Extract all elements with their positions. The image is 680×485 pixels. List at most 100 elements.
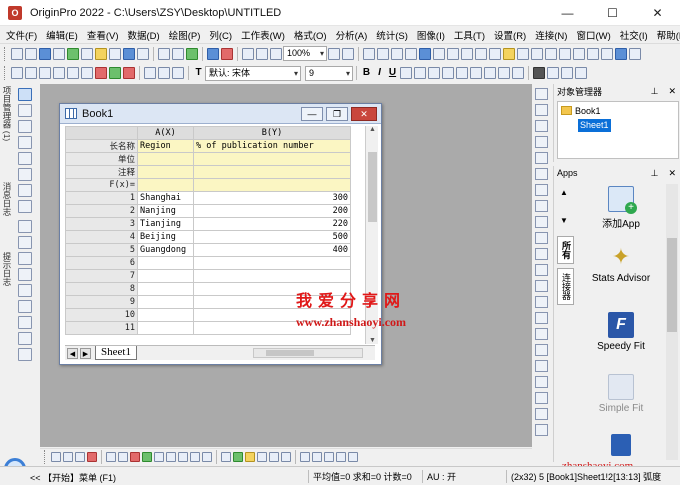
menu-analysis[interactable]: 分析(A) [336,28,368,42]
stack-plot-icon[interactable] [312,451,322,462]
menu-view[interactable]: 查看(V) [87,28,119,42]
column-z-icon[interactable] [39,67,51,79]
menu-settings[interactable]: 设置(R) [494,28,526,42]
cell-b[interactable]: 220 [193,217,351,231]
long-name-b[interactable]: % of publication number [193,139,351,153]
menu-connect[interactable]: 连接(N) [535,28,567,42]
color-scale-icon[interactable] [535,152,548,164]
underline-button[interactable]: U [386,66,399,80]
sheet-tab[interactable]: Sheet1 [95,346,137,360]
insert-table-icon[interactable] [18,348,32,361]
row-number[interactable]: 8 [65,282,138,296]
import-excel-icon[interactable] [186,47,198,60]
column-x-icon[interactable] [11,67,23,79]
app-speedy-fit[interactable]: F Speedy Fit [577,312,665,352]
graph-browser-icon[interactable] [489,47,501,60]
add-column-icon[interactable] [95,67,107,79]
units-b[interactable] [193,152,351,166]
long-name-a[interactable]: Region [137,139,194,153]
workbook-organizer-icon[interactable] [517,47,529,60]
scroll-down-icon[interactable]: ▼ [560,216,568,225]
meta-row-label[interactable]: 单位 [65,152,138,166]
cell-a[interactable] [137,256,194,270]
close-button[interactable]: ✕ [635,0,680,26]
contour-icon[interactable] [178,451,188,462]
scatter-plot-icon[interactable] [63,451,73,462]
menu-tools[interactable]: 工具(T) [454,28,485,42]
axis-icon[interactable] [535,120,548,132]
import-wizard-icon[interactable] [172,47,184,60]
menu-edit[interactable]: 编辑(E) [46,28,78,42]
font-decrease-icon[interactable] [470,67,482,79]
workbook-minimize-button[interactable]: — [301,107,323,121]
legend-icon[interactable] [535,136,548,148]
column-error-icon[interactable] [53,67,65,79]
command-window-icon[interactable] [405,47,417,60]
theme-icon[interactable] [531,47,543,60]
cell-b[interactable]: 300 [193,191,351,205]
sheet-browser-icon[interactable] [475,47,487,60]
arrow-tool-icon[interactable] [18,252,32,265]
extract-icon[interactable] [535,264,548,276]
fill-color-icon[interactable] [547,67,559,79]
open-folder-icon[interactable] [95,47,107,60]
rectangle-tool-icon[interactable] [18,284,32,297]
new-graph-icon[interactable] [53,47,65,60]
cell-a[interactable] [137,269,194,283]
vector-plot-icon[interactable] [348,451,358,462]
cell-a[interactable]: Nanjing [137,204,194,218]
column-plot-icon[interactable] [87,451,97,462]
copy-icon[interactable] [158,67,170,79]
cell-a[interactable]: Guangdong [137,243,194,257]
row-number[interactable]: 11 [65,321,138,335]
refresh-icon[interactable] [207,47,219,60]
menu-window[interactable]: 窗口(W) [576,28,610,42]
comments-b[interactable] [193,165,351,179]
status-au[interactable]: AU : 开 [422,470,456,483]
zoom-plot-icon[interactable] [324,451,334,462]
units-a[interactable] [137,152,194,166]
line-symbol-icon[interactable] [75,451,85,462]
histogram-icon[interactable] [166,451,176,462]
heatmap-icon[interactable] [281,451,291,462]
cell-a[interactable] [137,295,194,309]
row-number[interactable]: 2 [65,204,138,218]
scale-tool-icon[interactable] [18,120,32,133]
grid-icon[interactable] [601,47,613,60]
apps-gallery-icon[interactable] [503,47,515,60]
multi-panel-icon[interactable] [300,451,310,462]
message-log-tab[interactable]: 消息日志 [1,182,12,216]
tab-next-icon[interactable]: ▶ [80,347,91,359]
sort-icon[interactable] [123,67,135,79]
subscript-icon[interactable] [414,67,426,79]
layer-icon[interactable] [535,104,548,116]
cell-a[interactable]: Tianjing [137,217,194,231]
zoom-out-icon[interactable] [342,47,354,60]
save-template-icon[interactable] [137,47,149,60]
zoom-in-icon[interactable] [328,47,340,60]
cell-a[interactable]: Shanghai [137,191,194,205]
code-builder-icon[interactable] [377,47,389,60]
menu-worksheet[interactable]: 工作表(W) [241,28,285,42]
meta-row-label[interactable]: F(x)= [65,178,138,192]
panel-close-icon[interactable]: ✕ [668,168,676,179]
merge-icon[interactable] [535,280,548,292]
line-tool-icon[interactable] [18,268,32,281]
row-number[interactable]: 6 [65,256,138,270]
row-number[interactable]: 7 [65,269,138,283]
font-select[interactable]: 默认: 宋体 [205,65,301,81]
front-icon[interactable] [535,216,548,228]
align-right-icon[interactable] [512,67,524,79]
new-notes-icon[interactable] [81,47,93,60]
area-plot-icon[interactable] [106,451,116,462]
align-left-icon[interactable] [484,67,496,79]
project-explorer-tab[interactable]: 项目管理器 (1) [1,86,12,141]
corner-cell[interactable] [65,126,138,140]
data-selector-icon[interactable] [18,168,32,181]
new-file-icon[interactable] [25,47,37,60]
back-icon[interactable] [535,232,548,244]
scroll-down-icon[interactable]: ▼ [366,337,379,344]
pin-icon[interactable]: ⊥ [651,168,659,179]
row-number[interactable]: 5 [65,243,138,257]
recalculate-icon[interactable] [221,47,233,60]
